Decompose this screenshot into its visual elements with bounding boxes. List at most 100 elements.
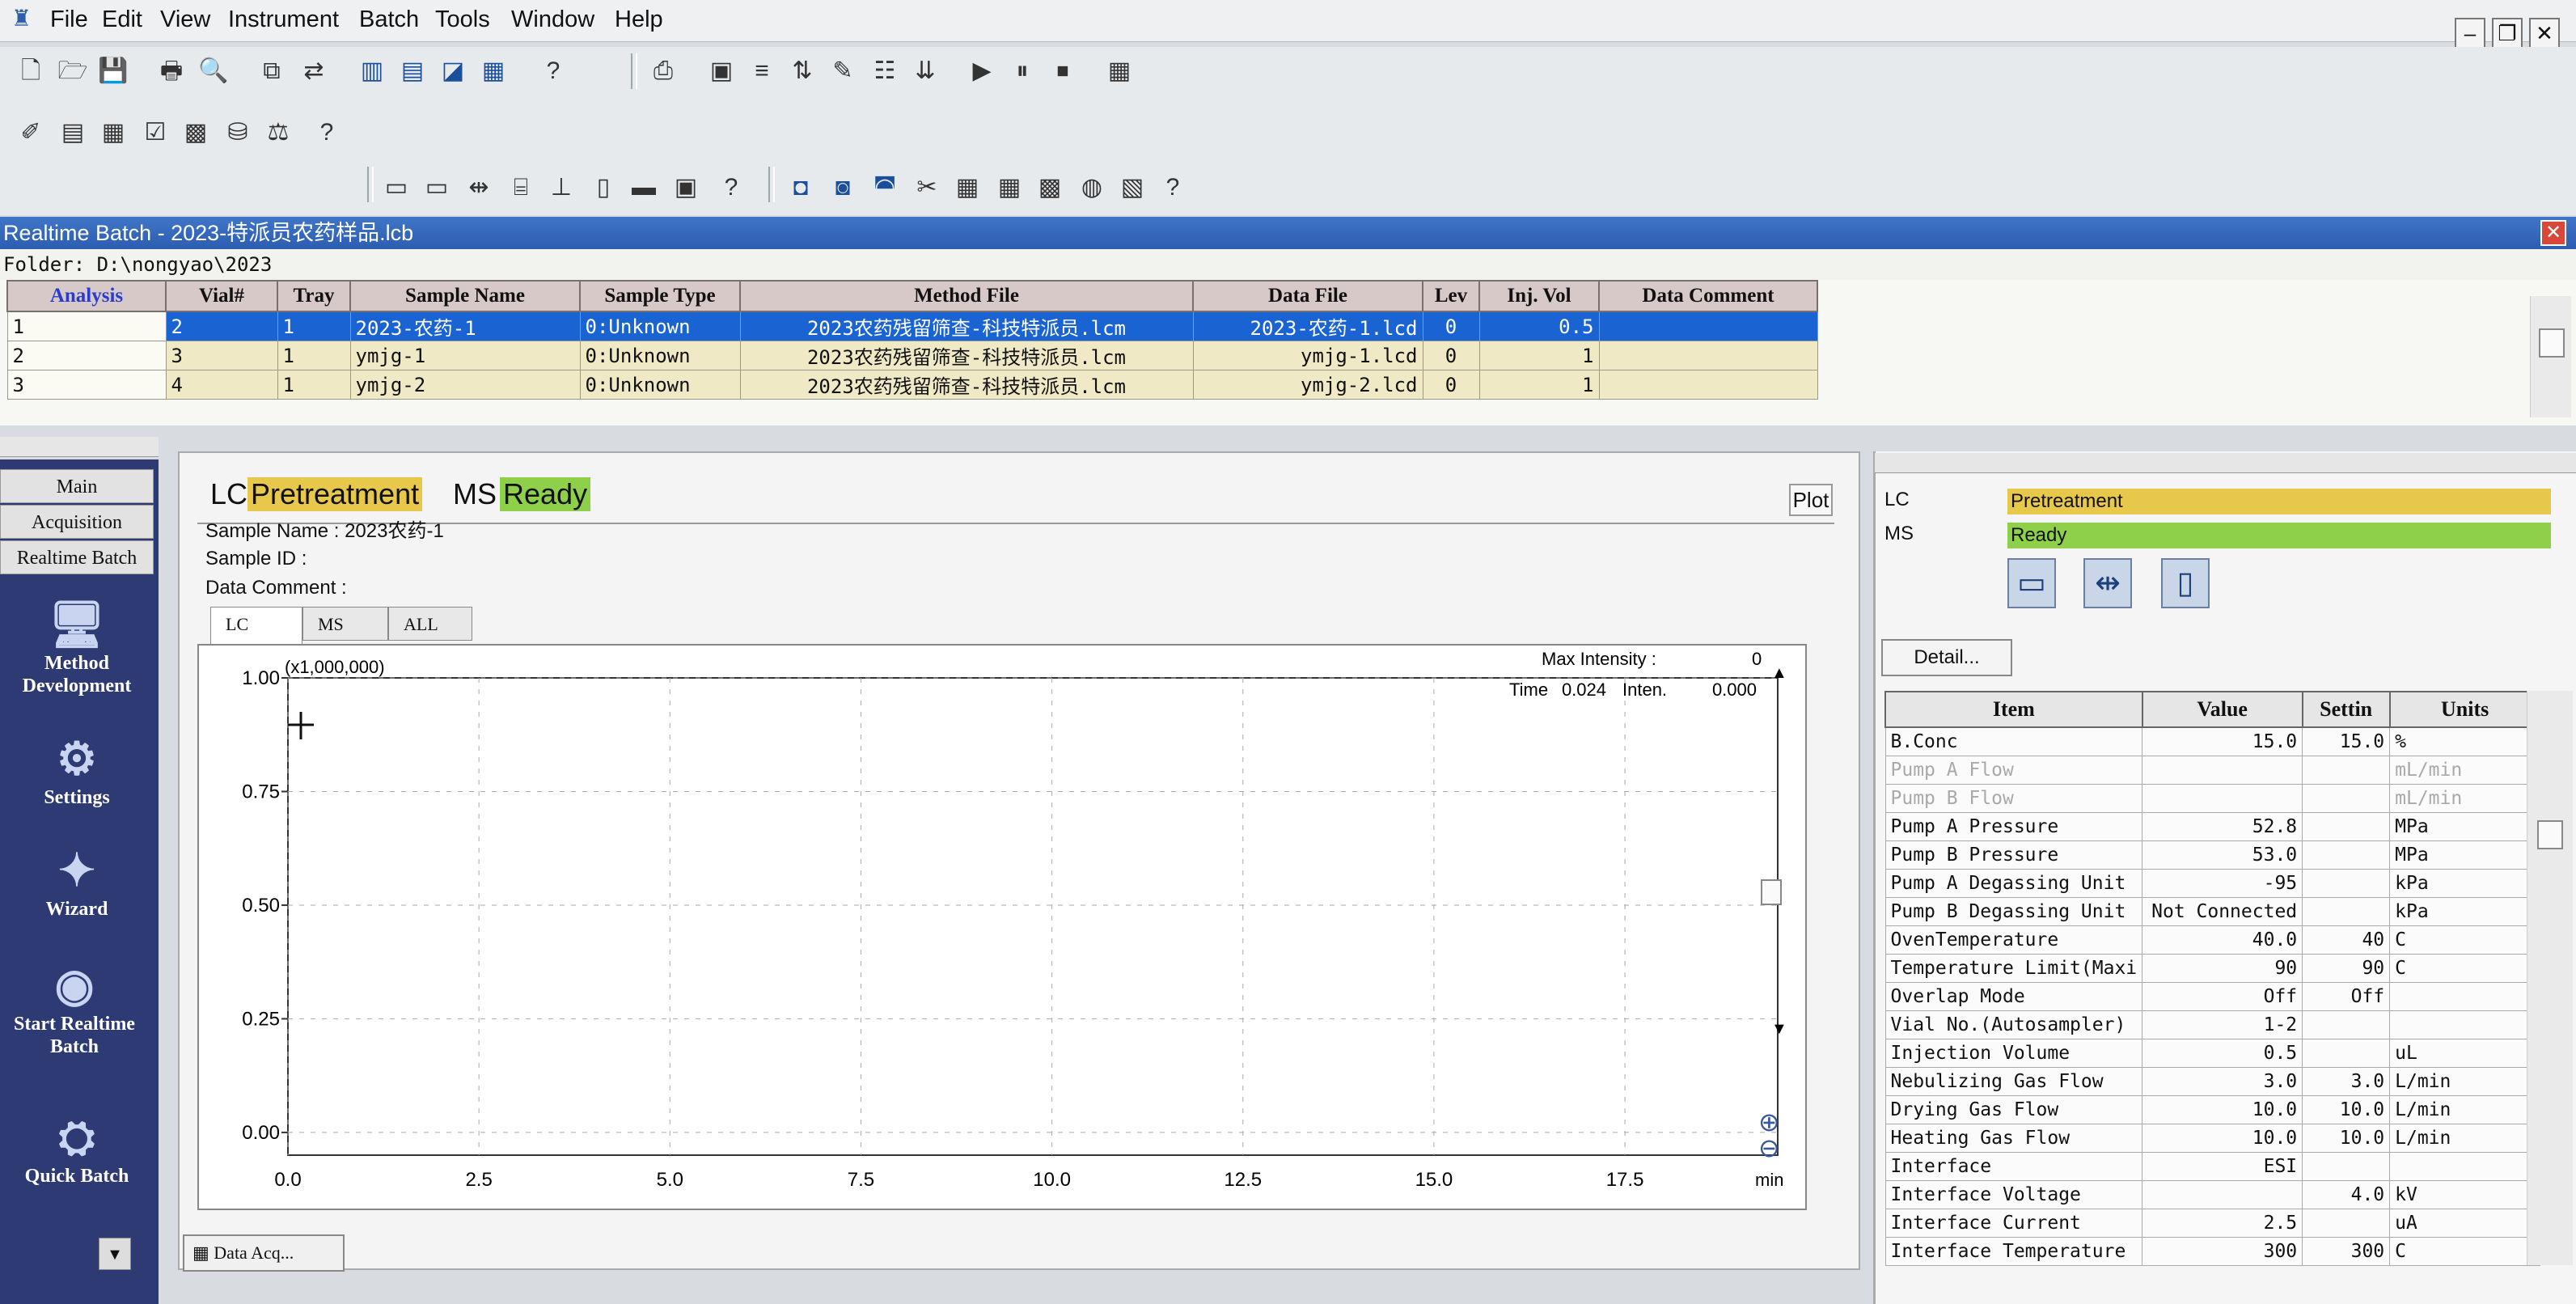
param-setting[interactable] [2302, 869, 2391, 898]
chart-scrollbar[interactable]: ▲ ▼ ⊕ ⊖ [1758, 664, 1787, 1162]
calibrate-icon[interactable]: ⚖ [262, 116, 294, 149]
param-units[interactable]: kV [2389, 1180, 2541, 1209]
param-units[interactable]: mL/min [2389, 756, 2541, 785]
cell-sample-type[interactable]: 0:Unknown [579, 341, 741, 370]
param-value[interactable]: -95 [2142, 869, 2303, 898]
cell-method-file[interactable]: 2023农药残留筛查-科技特派员.lcm [739, 311, 1194, 341]
param-setting[interactable]: 10.0 [2302, 1124, 2391, 1153]
cell-data-file[interactable]: 2023-农药-1.lcd [1192, 311, 1423, 341]
col-inj-vol[interactable]: Inj. Vol [1478, 280, 1600, 312]
col-tray[interactable]: Tray [277, 280, 351, 312]
table-row[interactable]: 1 2 1 2023-农药-1 0:Unknown 2023农药残留筛查-科技特… [6, 311, 1818, 341]
graph-icon[interactable]: ▩ [180, 116, 212, 149]
param-units[interactable]: kPa [2389, 897, 2541, 926]
param-setting[interactable] [2302, 1039, 2391, 1068]
col-vial[interactable]: Vial# [165, 280, 278, 312]
param-value[interactable]: 10.0 [2142, 1124, 2303, 1153]
param-setting[interactable] [2302, 1010, 2391, 1039]
param-setting[interactable]: Off [2302, 982, 2391, 1011]
col-analysis[interactable]: Analysis [6, 280, 167, 312]
param-units[interactable]: MPa [2389, 812, 2541, 841]
detail-button[interactable]: Detail... [1881, 639, 2012, 676]
param-item[interactable]: Interface [1884, 1152, 2143, 1181]
restore-icon[interactable]: ❐ [2492, 18, 2523, 49]
column-view-icon[interactable]: ▯ [2161, 558, 2210, 608]
col-item[interactable]: Item [1884, 691, 2143, 728]
menu-edit[interactable]: Edit [102, 5, 142, 34]
help-icon-3[interactable]: ? [715, 171, 747, 204]
param-setting[interactable] [2302, 1152, 2391, 1181]
cell-lev[interactable]: 0 [1422, 311, 1480, 341]
cell-data-comment[interactable] [1598, 311, 1818, 341]
param-value[interactable]: 52.8 [2142, 812, 2303, 841]
param-units[interactable]: mL/min [2389, 784, 2541, 813]
autosampler-icon[interactable]: ⌸ [505, 171, 537, 204]
col-sample-type[interactable]: Sample Type [579, 280, 741, 312]
instrument-1-icon[interactable]: ▭ [380, 171, 412, 204]
ic-icon[interactable]: ◍ [1076, 171, 1108, 204]
param-row[interactable]: Pump B Degassing Unit Not Connected kPa [1884, 897, 2541, 926]
dl-icon[interactable]: ▦ [993, 171, 1026, 204]
sidebar-tab-realtime-batch[interactable]: Realtime Batch [0, 540, 154, 574]
col-units[interactable]: Units [2388, 691, 2541, 728]
param-value[interactable]: 53.0 [2142, 840, 2303, 870]
param-units[interactable]: C [2389, 1237, 2541, 1266]
zoom-in-icon[interactable]: ⊕ [1758, 1107, 1780, 1137]
detector-icon[interactable]: ▬ [628, 171, 660, 204]
help-icon-4[interactable]: ? [1157, 171, 1189, 204]
cell-sample-type[interactable]: 0:Unknown [579, 370, 741, 400]
scroll-down-icon[interactable]: ▼ [1771, 1020, 1787, 1038]
param-row[interactable]: Interface ESI [1884, 1152, 2541, 1181]
param-item[interactable]: Pump B Pressure [1884, 840, 2143, 870]
nebulizer-icon[interactable]: ◚ [869, 171, 901, 204]
cell-sample-name[interactable]: ymjg-2 [349, 370, 581, 400]
param-row[interactable]: Heating Gas Flow 10.0 10.0 L/min [1884, 1124, 2541, 1153]
param-item[interactable]: Heating Gas Flow [1884, 1124, 2143, 1153]
play-icon[interactable]: ▶ [966, 55, 998, 87]
app-icon[interactable]: ♜ [11, 5, 37, 32]
col-setting[interactable]: Settin [2301, 691, 2391, 728]
param-setting[interactable] [2302, 756, 2391, 785]
param-units[interactable]: kPa [2389, 869, 2541, 898]
param-units[interactable]: L/min [2389, 1067, 2541, 1096]
instrument-view-icon[interactable]: ▭ [2007, 558, 2056, 608]
layout-1-icon[interactable]: ▥ [356, 55, 388, 87]
param-item[interactable]: Drying Gas Flow [1884, 1095, 2143, 1124]
sidebar-tab-acquisition[interactable]: Acquisition [0, 505, 154, 539]
param-units[interactable]: C [2389, 925, 2541, 955]
minimize-icon[interactable]: – [2455, 18, 2485, 49]
param-setting[interactable] [2302, 1209, 2391, 1238]
chart-icon[interactable]: ▦ [97, 116, 129, 149]
print-icon[interactable]: 🖶 [155, 55, 188, 87]
param-item[interactable]: B.Conc [1884, 726, 2143, 756]
param-item[interactable]: Pump A Pressure [1884, 812, 2143, 841]
cell-vial[interactable]: 4 [165, 370, 278, 400]
cell-lev[interactable]: 0 [1422, 370, 1480, 400]
copy-icon[interactable]: ⧉ [256, 55, 288, 87]
param-setting[interactable]: 10.0 [2302, 1095, 2391, 1124]
param-row[interactable]: Pump A Degassing Unit -95 kPa [1884, 869, 2541, 898]
param-row[interactable]: Injection Volume 0.5 uL [1884, 1039, 2541, 1068]
param-item[interactable]: Nebulizing Gas Flow [1884, 1067, 2143, 1096]
injector-icon[interactable]: ⊥ [545, 171, 577, 204]
ms-icon[interactable]: ◘ [785, 171, 817, 204]
heat-block-icon[interactable]: ▩ [1034, 171, 1066, 204]
stop-icon[interactable]: ⏹ [1047, 55, 1079, 87]
cell-tray[interactable]: 1 [277, 311, 351, 341]
param-setting[interactable] [2302, 840, 2391, 870]
cell-tray[interactable]: 1 [277, 341, 351, 370]
parameter-scrollbar[interactable] [2527, 691, 2573, 1265]
param-setting[interactable]: 3.0 [2302, 1067, 2391, 1096]
menu-tools[interactable]: Tools [435, 5, 490, 34]
menu-help[interactable]: Help [615, 5, 663, 34]
param-units[interactable]: L/min [2389, 1095, 2541, 1124]
insert-row-icon[interactable]: ≡ [746, 55, 778, 87]
pump-icon[interactable]: ⇹ [463, 171, 495, 204]
tab-lc[interactable]: LC [210, 607, 302, 646]
menu-batch[interactable]: Batch [359, 5, 419, 34]
edit-icon[interactable]: ✎ [827, 55, 859, 87]
col-lev[interactable]: Lev [1422, 280, 1480, 312]
transfer-icon[interactable]: ⇄ [298, 55, 330, 87]
tab-data-acquisition[interactable]: ▦ Data Acq... [183, 1234, 345, 1272]
param-row[interactable]: Pump A Flow mL/min [1884, 756, 2541, 785]
